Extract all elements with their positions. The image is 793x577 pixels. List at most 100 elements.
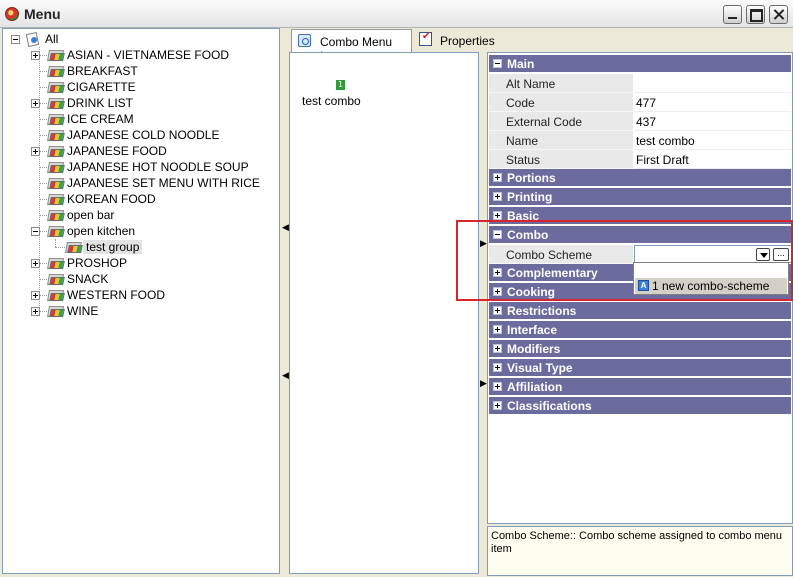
tree-item[interactable]: JAPANESE SET MENU WITH RICE [29, 175, 269, 191]
expand-icon[interactable] [31, 307, 40, 316]
tree-item-label: CIGARETTE [67, 80, 136, 94]
category-restrictions[interactable]: Restrictions [489, 302, 791, 320]
expand-icon[interactable] [493, 363, 502, 372]
expand-icon[interactable] [493, 173, 502, 182]
property-value[interactable]: First Draft [634, 150, 791, 169]
tree-item-label: JAPANESE SET MENU WITH RICE [67, 176, 260, 190]
collapse-icon[interactable] [493, 59, 502, 68]
tree-root-label: All [45, 32, 59, 46]
category-modifiers[interactable]: Modifiers [489, 340, 791, 358]
close-button[interactable] [769, 5, 788, 24]
tree-line [39, 119, 47, 120]
property-value[interactable]: 437 [634, 112, 791, 131]
tab-properties[interactable]: Properties [415, 29, 495, 52]
tree-item[interactable]: JAPANESE HOT NOODLE SOUP [29, 159, 269, 175]
highlight-box [456, 220, 793, 301]
tree-item[interactable]: SNACK [29, 271, 269, 287]
property-name: Alt Name [489, 74, 633, 93]
tree-item[interactable]: DRINK LIST [29, 95, 269, 111]
tree-item[interactable]: JAPANESE FOOD [29, 143, 269, 159]
tree-item[interactable]: ASIAN - VIETNAMESE FOOD [29, 47, 269, 63]
tree-item[interactable]: test group [47, 239, 287, 255]
category-label: Main [507, 57, 535, 71]
property-name: External Code [489, 112, 633, 131]
category-visual-type[interactable]: Visual Type [489, 359, 791, 377]
expand-icon[interactable] [493, 344, 502, 353]
tree-line [39, 55, 47, 56]
tree-root[interactable]: All [11, 31, 211, 48]
folder-icon [47, 288, 65, 302]
expand-icon[interactable] [493, 306, 502, 315]
folder-icon [47, 160, 65, 174]
tree-item-label: KOREAN FOOD [67, 192, 156, 206]
folder-icon [47, 128, 65, 142]
tab-combo-menu-items[interactable]: Combo Menu Items [291, 29, 412, 63]
category-main[interactable]: Main [489, 55, 791, 73]
tree-item-label: WINE [67, 304, 99, 318]
property-name: Name [489, 131, 633, 150]
collapse-icon[interactable] [31, 227, 40, 236]
property-value[interactable]: 477 [634, 93, 791, 112]
tree-item-label: PROSHOP [67, 256, 128, 270]
tree-item[interactable]: WINE [29, 303, 269, 319]
category-portions[interactable]: Portions [489, 169, 791, 187]
tree-item-label: SNACK [67, 272, 109, 286]
folder-icon [47, 224, 65, 238]
property-row[interactable]: Status First Draft [489, 150, 791, 169]
category-printing[interactable]: Printing [489, 188, 791, 206]
tree-item[interactable]: PROSHOP [29, 255, 269, 271]
expand-icon[interactable] [31, 291, 40, 300]
folder-icon [47, 176, 65, 190]
tree-item[interactable]: WESTERN FOOD [29, 287, 269, 303]
tree-line [39, 103, 47, 104]
collapse-icon[interactable] [11, 35, 20, 44]
property-row[interactable]: Name test combo [489, 131, 791, 150]
property-row[interactable]: Alt Name [489, 74, 791, 93]
tree-item[interactable]: CIGARETTE [29, 79, 269, 95]
tree-item[interactable]: ICE CREAM [29, 111, 269, 127]
tree-item[interactable]: BREAKFAST [29, 63, 269, 79]
property-value[interactable] [634, 74, 791, 93]
expand-icon[interactable] [31, 147, 40, 156]
expand-icon[interactable] [493, 401, 502, 410]
category-label: Interface [507, 323, 558, 337]
expand-icon[interactable] [31, 99, 40, 108]
splitter-left-arrow-icon[interactable]: ◀ [282, 222, 289, 233]
splitter-right-arrow-icon[interactable]: ▶ [480, 378, 487, 389]
tree-item[interactable]: KOREAN FOOD [29, 191, 269, 207]
tree-item[interactable]: open kitchen [29, 223, 269, 239]
tree-item-label: BREAKFAST [67, 64, 138, 78]
tree-line [39, 183, 47, 184]
combo-item-icon: 1 [336, 80, 345, 90]
minimize-button[interactable] [723, 5, 742, 24]
tree-item-label: JAPANESE FOOD [67, 144, 167, 158]
category-label: Modifiers [507, 342, 561, 356]
expand-icon[interactable] [493, 211, 502, 220]
tree-item[interactable]: JAPANESE COLD NOODLE [29, 127, 269, 143]
category-affiliation[interactable]: Affiliation [489, 378, 791, 396]
category-interface[interactable]: Interface [489, 321, 791, 339]
tree-item[interactable]: open bar [29, 207, 269, 223]
maximize-button[interactable] [746, 5, 765, 24]
category-classifications[interactable]: Classifications [489, 397, 791, 415]
tree-item-label: JAPANESE COLD NOODLE [67, 128, 220, 142]
expand-icon[interactable] [31, 51, 40, 60]
expand-icon[interactable] [31, 259, 40, 268]
tab-label: Properties [440, 34, 495, 48]
tree-line [39, 87, 47, 88]
property-row[interactable]: Code 477 [489, 93, 791, 112]
tree-line [39, 71, 47, 72]
property-value[interactable]: test combo [634, 131, 791, 150]
expand-icon[interactable] [493, 382, 502, 391]
expand-icon[interactable] [493, 192, 502, 201]
property-row[interactable]: External Code 437 [489, 112, 791, 131]
tree-line [55, 247, 65, 248]
tree-line [39, 215, 47, 216]
expand-icon[interactable] [493, 325, 502, 334]
window-title: Menu [24, 6, 61, 22]
splitter-left-arrow-icon[interactable]: ◀ [282, 370, 289, 381]
tree-line [39, 231, 47, 232]
tree-line [39, 311, 47, 312]
properties-tab-icon [419, 31, 432, 46]
property-name: Status [489, 150, 633, 169]
